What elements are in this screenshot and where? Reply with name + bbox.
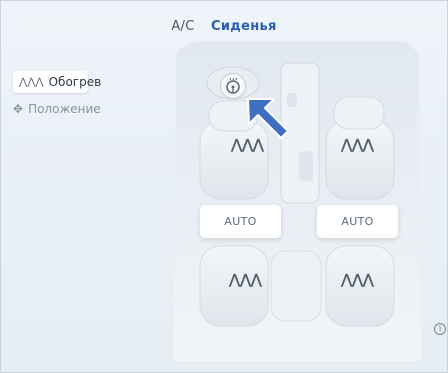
rear-right-seat-heat-button[interactable]: ⋀⋀⋀ [332, 265, 382, 295]
heated-steering-wheel-icon[interactable] [220, 73, 246, 99]
pointer-arrow-icon [247, 98, 289, 139]
rear-left-seat-heat-button[interactable]: ⋀⋀⋀ [220, 265, 270, 295]
heat-waves-icon: ⋀⋀⋀ [340, 137, 374, 153]
info-icon[interactable]: i [434, 323, 446, 335]
front-right-seat-heat-button[interactable]: ⋀⋀⋀ [332, 130, 382, 160]
climate-screen: A/C Сиденья ⋀⋀⋀ Обогрев ✥ Положение ⋀⋀⋀ … [0, 0, 448, 373]
auto-right-button[interactable]: AUTO [317, 205, 398, 238]
auto-left-label: AUTO [224, 215, 257, 228]
car-interior-illustration [173, 41, 421, 361]
auto-right-label: AUTO [341, 215, 374, 228]
heat-waves-icon: ⋀⋀⋀ [340, 272, 374, 288]
heat-waves-icon: ⋀⋀⋀ [228, 272, 262, 288]
auto-left-button[interactable]: AUTO [200, 205, 281, 238]
